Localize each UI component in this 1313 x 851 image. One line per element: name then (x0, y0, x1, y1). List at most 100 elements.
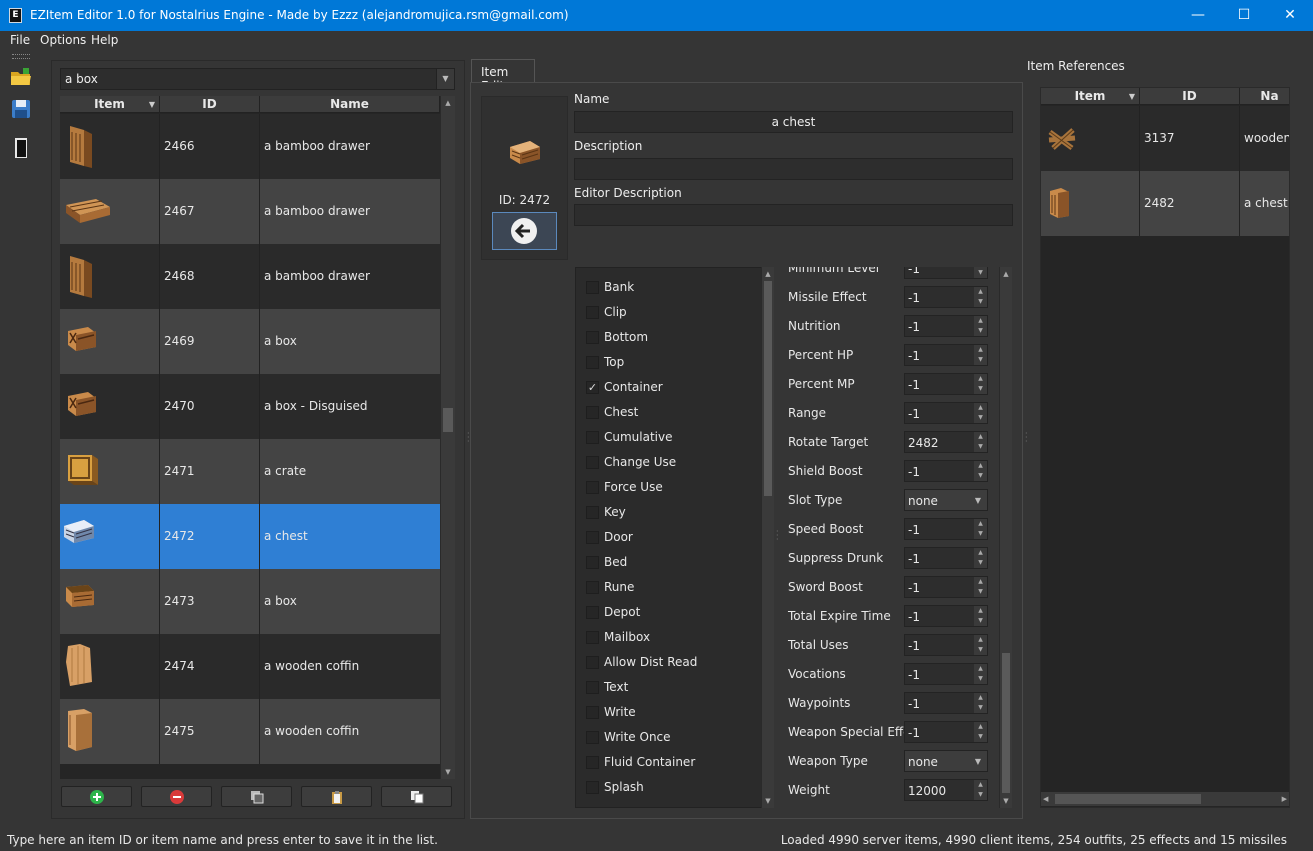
scroll-down-icon[interactable]: ▼ (441, 765, 455, 779)
checkbox[interactable] (586, 281, 599, 294)
attribute-spinbox[interactable]: -1 ▲▼ (904, 576, 988, 598)
spin-arrows-icon[interactable]: ▲▼ (974, 722, 987, 742)
checkbox[interactable] (586, 331, 599, 344)
attribute-spinbox[interactable]: 2482 ▲ ▼ (904, 431, 988, 453)
table-row[interactable]: 2466 a bamboo drawer (60, 114, 440, 179)
spin-arrows-icon[interactable]: ▲▼ (974, 577, 987, 597)
attribute-spinbox[interactable]: 12000 ▲ ▼ (904, 779, 988, 801)
checkbox[interactable] (586, 656, 599, 669)
references-table[interactable]: Item ▼ ID Na 3137 wooden tr 2482 a chest (1040, 87, 1290, 808)
attribute-spinbox[interactable]: -1 ▲▼ (904, 460, 988, 482)
checkbox[interactable] (586, 456, 599, 469)
table-row[interactable]: 2471 a crate (60, 439, 440, 504)
attribute-spinbox[interactable]: -1 ▲▼ (904, 634, 988, 656)
attribute-spinbox[interactable]: -1 ▲▼ (904, 402, 988, 424)
ref-column-id[interactable]: ID (1140, 88, 1240, 105)
tab-item-edit[interactable]: Item Edit (471, 59, 535, 93)
spin-arrows-icon[interactable]: ▲▼ (974, 267, 987, 278)
attribute-spinbox[interactable]: -1 ▲▼ (904, 315, 988, 337)
right-splitter-handle[interactable]: · · · (1025, 430, 1028, 446)
items-scrollbar[interactable]: ▲ ▼ (440, 96, 455, 779)
column-header-name[interactable]: Name (260, 96, 440, 113)
table-row[interactable]: 2469 a box (60, 309, 440, 374)
checkbox[interactable] (586, 631, 599, 644)
checkbox[interactable] (586, 581, 599, 594)
attribute-select[interactable]: none ▼ (904, 489, 988, 511)
attribute-spinbox[interactable]: -1 ▲▼ (904, 663, 988, 685)
attribute-spinbox[interactable]: -1 ▲▼ (904, 344, 988, 366)
attrs-scroll-thumb[interactable] (1002, 653, 1010, 793)
copy-item-button[interactable] (381, 786, 452, 807)
paste-item-button[interactable] (301, 786, 372, 807)
combo-arrow-icon[interactable]: ▼ (436, 69, 454, 89)
attribute-spinbox[interactable]: -1 ▲▼ (904, 692, 988, 714)
hscroll-thumb[interactable] (1055, 794, 1201, 804)
checkbox[interactable] (586, 406, 599, 419)
scroll-thumb[interactable] (443, 408, 453, 432)
spin-arrows-icon[interactable]: ▲▼ (974, 780, 987, 800)
flags-scroll-down-icon[interactable]: ▼ (762, 794, 774, 808)
attribute-spinbox[interactable]: -1 ▲▼ (904, 267, 988, 279)
table-row[interactable]: 2470 a box - Disguised (60, 374, 440, 439)
add-item-button[interactable] (61, 786, 132, 807)
checkbox[interactable] (586, 556, 599, 569)
attribute-spinbox[interactable]: -1 ▲▼ (904, 605, 988, 627)
checkbox[interactable] (586, 706, 599, 719)
attribute-spinbox[interactable]: -1 ▲▼ (904, 518, 988, 540)
spin-arrows-icon[interactable]: ▲▼ (974, 287, 987, 307)
table-row[interactable]: 2467 a bamboo drawer (60, 179, 440, 244)
editor-description-field[interactable] (574, 204, 1013, 226)
items-table[interactable]: Item ▼ ID Name 2466 a bamboo drawer 2467 a b… (60, 96, 440, 779)
table-row[interactable]: 2468 a bamboo drawer (60, 244, 440, 309)
ref-column-item[interactable]: Item ▼ (1041, 88, 1140, 105)
minimize-button[interactable]: — (1175, 0, 1221, 31)
table-row[interactable]: 2472 a chest (60, 504, 440, 569)
checkbox[interactable] (586, 431, 599, 444)
spin-arrows-icon[interactable]: ▲▼ (974, 316, 987, 336)
checkbox[interactable] (586, 781, 599, 794)
spin-arrows-icon[interactable]: ▲▼ (974, 374, 987, 394)
attrs-scroll-up-icon[interactable]: ▲ (1000, 267, 1012, 281)
save-icon[interactable] (9, 97, 33, 121)
menu-file[interactable]: File (10, 33, 30, 47)
open-folder-icon[interactable] (9, 65, 33, 89)
spin-arrows-icon[interactable]: ▲▼ (974, 519, 987, 539)
attribute-select[interactable]: none ▼ (904, 750, 988, 772)
table-row[interactable]: 2474 a wooden coffin (60, 634, 440, 699)
back-button[interactable] (492, 212, 557, 250)
flags-scroll-up-icon[interactable]: ▲ (762, 267, 774, 281)
attrs-scroll-down-icon[interactable]: ▼ (1000, 794, 1012, 808)
spin-arrows-icon[interactable]: ▲▼ (974, 345, 987, 365)
attributes-scrollbar[interactable]: ▲ ▼ (999, 267, 1012, 808)
flags-scrollbar[interactable]: ▲ ▼ (761, 267, 774, 808)
checkbox[interactable] (586, 306, 599, 319)
remove-item-button[interactable] (141, 786, 212, 807)
checkbox[interactable] (586, 531, 599, 544)
close-button[interactable]: ✕ (1267, 0, 1313, 31)
menu-help[interactable]: Help (91, 33, 118, 47)
checkbox[interactable] (586, 606, 599, 619)
spin-arrows-icon[interactable]: ▲▼ (974, 693, 987, 713)
splitter-handle[interactable]: · · · (776, 528, 779, 544)
spin-arrows-icon[interactable]: ▲▼ (974, 548, 987, 568)
column-header-id[interactable]: ID (160, 96, 260, 113)
left-splitter-handle[interactable]: · · · (467, 430, 470, 446)
spin-arrows-icon[interactable]: ▲▼ (974, 664, 987, 684)
checkbox[interactable] (586, 506, 599, 519)
checkbox[interactable] (586, 681, 599, 694)
column-header-item[interactable]: Item ▼ (60, 96, 160, 113)
attribute-spinbox[interactable]: -1 ▲▼ (904, 286, 988, 308)
checkbox[interactable] (586, 356, 599, 369)
spin-arrows-icon[interactable]: ▲▼ (974, 432, 987, 452)
hscroll-left-icon[interactable]: ◀ (1043, 792, 1048, 806)
name-field[interactable]: a chest (574, 111, 1013, 133)
spin-arrows-icon[interactable]: ▲▼ (974, 461, 987, 481)
scroll-up-icon[interactable]: ▲ (441, 96, 455, 110)
spin-arrows-icon[interactable]: ▲▼ (974, 635, 987, 655)
reference-row[interactable]: 3137 wooden tr (1041, 106, 1289, 171)
ref-column-name[interactable]: Na (1240, 88, 1289, 105)
checkbox[interactable] (586, 731, 599, 744)
reference-row[interactable]: 2482 a chest (1041, 171, 1289, 236)
flags-scroll-thumb[interactable] (764, 281, 772, 496)
checkbox[interactable] (586, 756, 599, 769)
